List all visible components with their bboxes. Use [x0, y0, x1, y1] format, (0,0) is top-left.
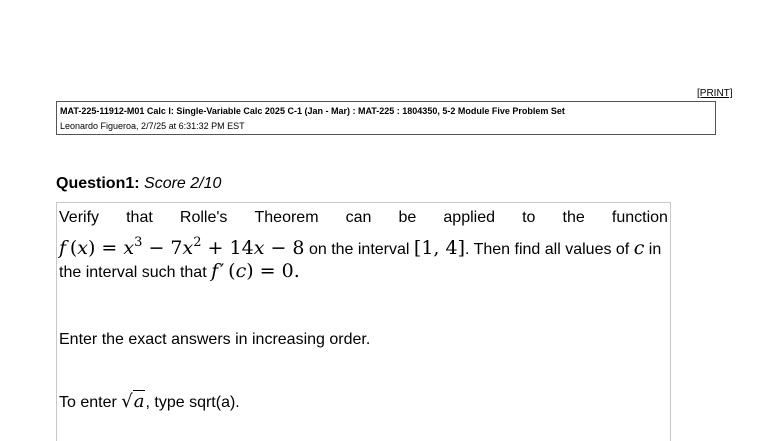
line1-word: Theorem [254, 209, 319, 226]
question-body: Verify that Rolle's Theorem can be applied to th… [56, 202, 671, 441]
course-info: MAT-225-11912-M01 Calc I: Single-Variabl… [60, 106, 565, 116]
line1-word: be [398, 209, 417, 226]
line1-word: applied [443, 209, 496, 226]
line1-word: can [345, 209, 372, 226]
line1-word: that [126, 209, 153, 226]
question-text-line3: the interval such that f ′ (c) = 0. [59, 257, 668, 285]
then-find-text: . Then find all values of [465, 241, 634, 258]
sqrt-symbol: √a [121, 390, 146, 412]
sqrt-hint-suffix: , type sqrt(a). [145, 394, 240, 411]
problem-page: [PRINT] MAT-225-11912-M01 Calc I: Single… [0, 0, 784, 441]
function-expression: f (x) = x3 − 7x2 + 14x − 8 [59, 235, 305, 259]
assignment-header: MAT-225-11912-M01 Calc I: Single-Variabl… [56, 101, 716, 135]
user-timestamp: Leonardo Figueroa, 2/7/25 at 6:31:32 PM … [60, 121, 245, 131]
line1-word: the [562, 209, 585, 226]
line1-word: Verify [59, 209, 100, 226]
question-text-line2: f (x) = x3 − 7x2 + 14x − 8 on the interv… [59, 229, 668, 259]
in-text: in [644, 241, 662, 258]
line1-word: function [611, 209, 668, 226]
variable-c: c [633, 237, 645, 259]
derivative-condition: f ′ (c) = 0. [211, 260, 300, 282]
instruction-text: Enter the exact answers in increasing or… [59, 331, 371, 348]
question-heading: Question1: Score 2/10 [56, 175, 221, 193]
sqrt-hint-prefix: To enter [59, 394, 122, 411]
on-interval-text: on the interval [304, 241, 414, 258]
question-text-line1: Verify that Rolle's Theorem can be applied to th… [59, 207, 668, 229]
line1-word: to [522, 209, 536, 226]
question-label: Question1: [56, 175, 140, 192]
print-link[interactable]: [PRINT] [697, 88, 733, 99]
interval-such-text: the interval such that [59, 264, 212, 281]
line1-word: Rolle's [179, 209, 228, 226]
interval-expression: [1, 4] [413, 237, 465, 259]
sqrt-hint: To enter √a, type sqrt(a). [59, 390, 240, 412]
question-score: Score 2/10 [144, 175, 222, 192]
